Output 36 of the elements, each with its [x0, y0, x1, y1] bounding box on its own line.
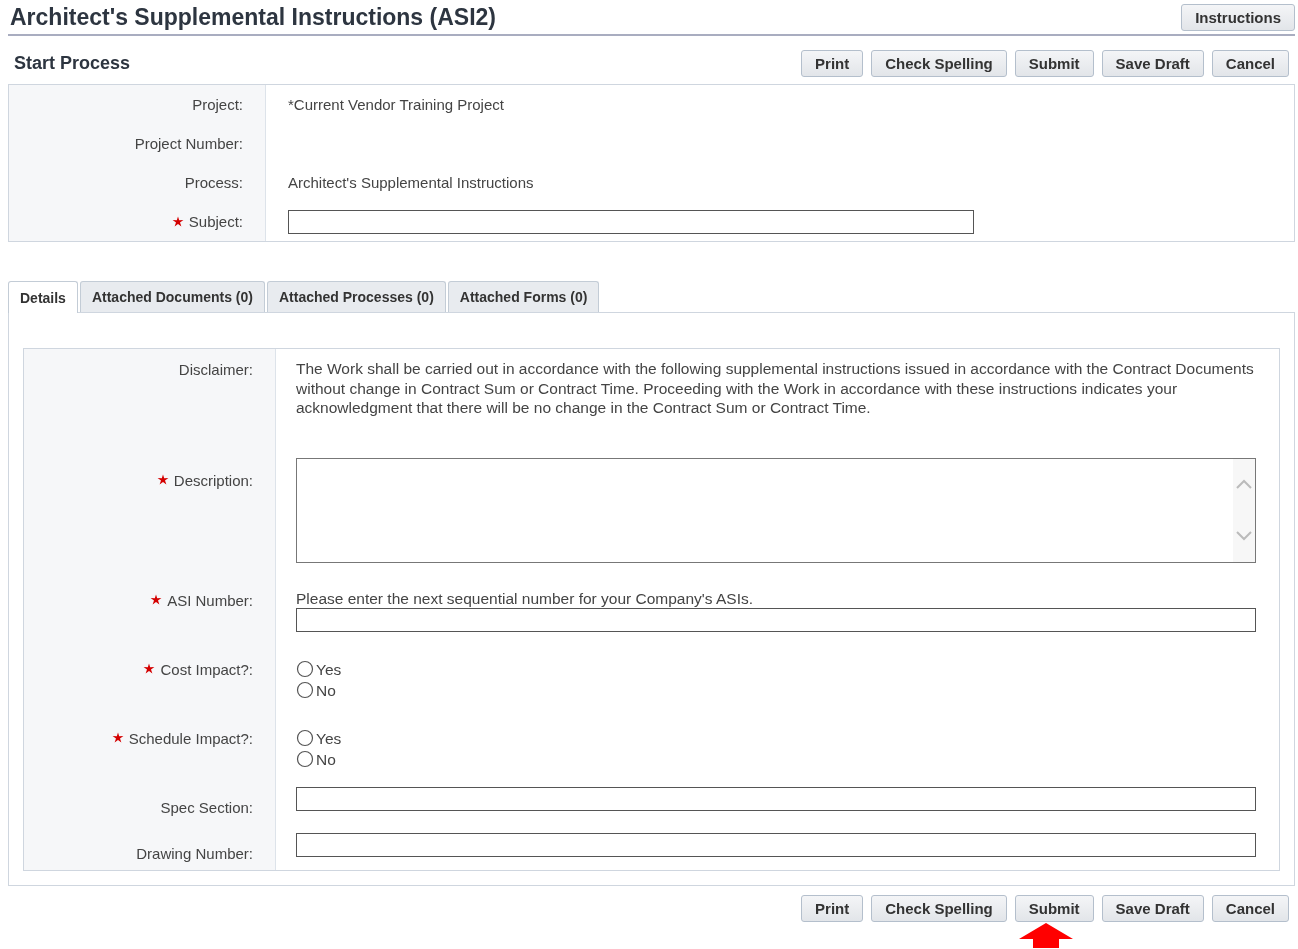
toolbar-button[interactable]: Check Spelling: [871, 50, 1007, 77]
field-label: Disclaimer:: [178, 361, 253, 378]
option-label: No: [316, 749, 336, 770]
field-label: Schedule Impact?:: [128, 729, 253, 747]
footer-button[interactable]: Cancel: [1211, 894, 1289, 922]
field-value: *Current Vendor Training Project: [287, 96, 504, 113]
toolbar-button[interactable]: Print: [801, 50, 864, 77]
tab[interactable]: Details: [8, 281, 78, 313]
field-label: Drawing Number:: [136, 844, 253, 862]
page-title: Architect's Supplemental Instructions (ASI2): [10, 4, 496, 31]
section-title: Start Process: [14, 53, 131, 74]
field-label: Spec Section:: [160, 798, 253, 816]
footer-button[interactable]: Save Draft: [1101, 894, 1204, 922]
footer-button[interactable]: Check Spelling: [871, 894, 1007, 922]
field-value: Architect's Supplemental Instructions: [287, 174, 534, 191]
field-label: ASI Number:: [167, 591, 253, 609]
tab[interactable]: Attached Processes (0): [266, 281, 446, 312]
field-label: Project Number:: [134, 135, 243, 152]
option-label: No: [316, 680, 336, 701]
field-label: Project:: [192, 96, 243, 113]
option-label: Yes: [316, 728, 342, 749]
field-hint: Please enter the next sequential number for your Company's ASIs.: [296, 589, 754, 608]
footer-button[interactable]: Submit: [1014, 894, 1094, 922]
toolbar-button[interactable]: Cancel: [1211, 50, 1289, 77]
field-label: Process:: [184, 174, 243, 191]
option-label: Yes: [316, 659, 342, 680]
toolbar-button[interactable]: Save Draft: [1101, 50, 1204, 77]
toolbar-button[interactable]: Submit: [1014, 50, 1094, 77]
field-label: Subject:: [188, 213, 243, 230]
instructions-button[interactable]: Instructions: [1181, 4, 1295, 31]
tab[interactable]: Attached Forms (0): [447, 281, 600, 312]
field-label: Cost Impact?:: [160, 660, 253, 678]
tab[interactable]: Attached Documents (0): [79, 281, 265, 312]
footer-button[interactable]: Print: [801, 894, 864, 922]
field-label: Description:: [173, 471, 253, 489]
disclaimer-text: The Work shall be carried out in accordance with the following supplemental instructions issued in accordance with the Contract Documents without change in Contract Sum or Contract Time. Proceeding with the Work in accordance with these instructions indicates your acknowledgment that there will be no change in the Contract Sum or Contract Time.: [296, 360, 1254, 416]
